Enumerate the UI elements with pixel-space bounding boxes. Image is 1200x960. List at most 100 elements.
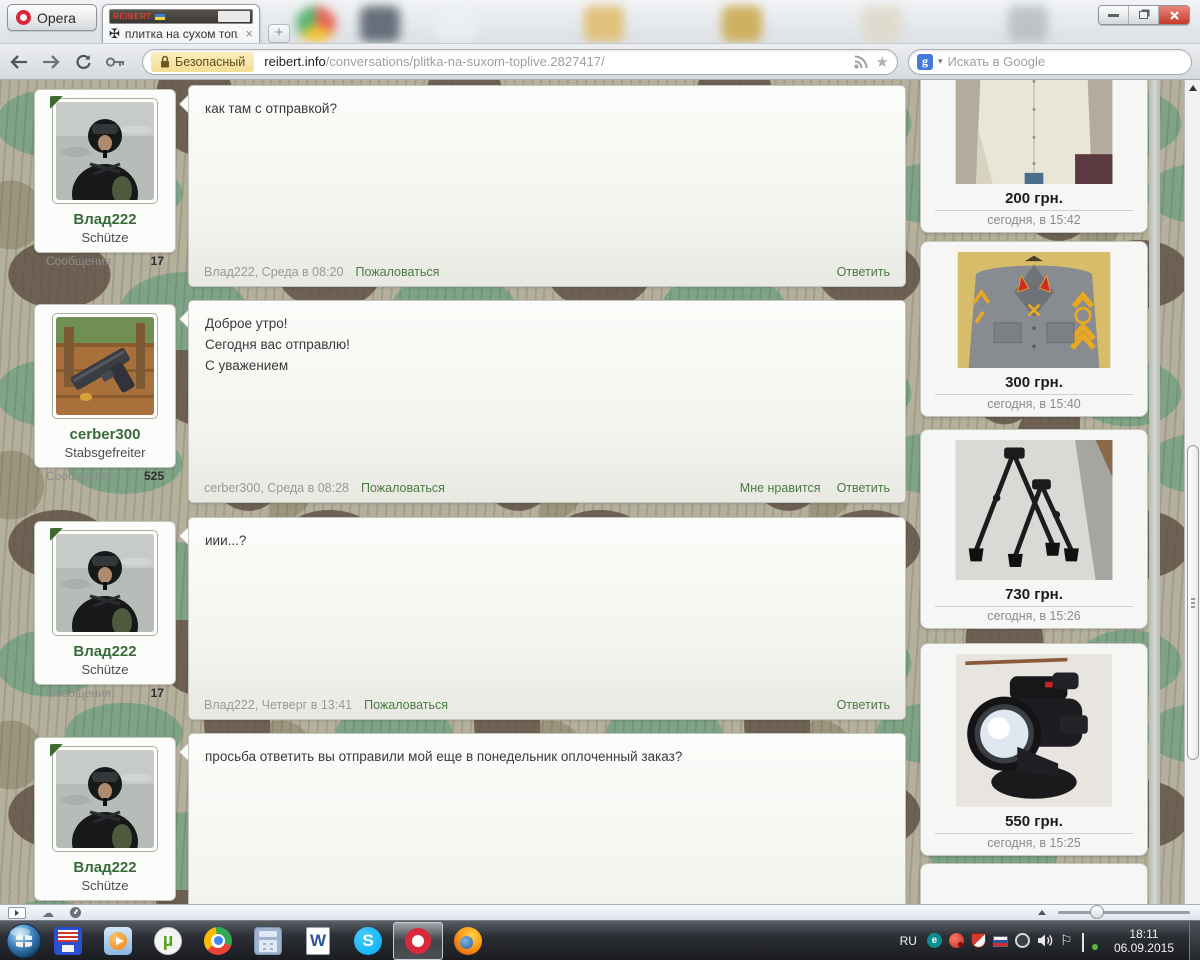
vertical-scrollbar[interactable] (1184, 80, 1200, 904)
tab-close-icon[interactable]: × (243, 26, 255, 41)
product-image-rifle-bipods (950, 440, 1118, 580)
taskbar-save-tool-app[interactable] (43, 922, 93, 960)
reply-link[interactable]: Ответить (837, 481, 890, 495)
url-text[interactable]: reibert.info/conversations/plitka-na-sux… (264, 54, 847, 69)
opera-menu-button[interactable]: Opera (7, 4, 97, 31)
product-image-military-jacket (950, 252, 1118, 368)
taskbar-media-player-app[interactable] (93, 922, 143, 960)
address-bar[interactable]: Безопасный reibert.info/conversations/pl… (142, 49, 898, 75)
message-text: С уважением (205, 356, 889, 377)
product-card[interactable]: 730 грн. сегодня, в 15:26 (920, 429, 1148, 629)
product-date: сегодня, в 15:40 (987, 397, 1080, 411)
forward-button[interactable] (38, 49, 64, 75)
username-link[interactable]: cerber300 (35, 426, 175, 443)
language-indicator[interactable]: RU (900, 934, 917, 948)
report-link[interactable]: Пожаловаться (355, 265, 439, 279)
download-manager-icon[interactable] (949, 933, 964, 948)
titlebar[interactable]: Opera REIBERT ✠ плитка на сухом топл... … (0, 0, 1200, 44)
taskbar-calculator-app[interactable] (243, 922, 293, 960)
online-indicator-icon (50, 96, 63, 109)
sync-icon[interactable] (1015, 933, 1030, 948)
taskbar-clock[interactable]: 18:11 06.09.2015 (1114, 927, 1174, 955)
reload-button[interactable] (70, 49, 96, 75)
russian-flag-icon[interactable] (993, 936, 1008, 947)
zoom-slider[interactable] (1058, 911, 1190, 914)
product-card[interactable]: 550 грн. сегодня, в 15:25 (920, 643, 1148, 856)
username-link[interactable]: Влад222 (35, 859, 175, 876)
product-price: 300 грн. (1005, 374, 1063, 391)
reply-link[interactable]: Ответить (837, 265, 890, 279)
action-center-flag-icon[interactable]: ⚐ (1060, 933, 1075, 948)
product-date: сегодня, в 15:25 (987, 836, 1080, 850)
product-card[interactable]: 300 грн. сегодня, в 15:40 (920, 241, 1148, 417)
message-post: Влад222 Schütze Сообщения:17 просьба отв… (30, 733, 908, 904)
restore-button[interactable] (1129, 6, 1159, 24)
username-link[interactable]: Влад222 (35, 643, 175, 660)
messages-label: Сообщения: (46, 469, 114, 483)
minimize-button[interactable] (1099, 6, 1129, 24)
show-desktop-button[interactable] (1189, 921, 1200, 960)
panels-toggle-button[interactable] (8, 907, 26, 919)
new-tab-button[interactable]: + (268, 24, 290, 43)
opera-icon (405, 928, 431, 954)
message-text: просьба ответить вы отправили мой еще в … (205, 747, 889, 768)
report-link[interactable]: Пожаловаться (361, 481, 445, 495)
close-button[interactable] (1159, 6, 1189, 24)
search-engine-dropdown-icon[interactable]: ▾ (938, 56, 943, 67)
clock-time: 18:11 (1114, 927, 1174, 941)
taskbar-chrome-app[interactable] (193, 922, 243, 960)
message-text: Сегодня вас отправлю! (205, 335, 889, 356)
tab-preview-brand: REIBERT (110, 12, 152, 21)
back-button[interactable] (6, 49, 32, 75)
avatar-pistol[interactable] (56, 317, 154, 415)
reload-icon (75, 54, 92, 70)
wand-password-button[interactable] (102, 49, 128, 75)
url-domain: reibert.info (264, 54, 325, 69)
like-link[interactable]: Мне нравится (740, 481, 821, 495)
product-card[interactable]: 200 грн. сегодня, в 15:42 (920, 80, 1148, 233)
taskbar-opera-app-active[interactable] (393, 922, 443, 960)
opera-unite-cloud-icon[interactable]: ☁ (42, 907, 54, 919)
start-button[interactable] (5, 922, 43, 960)
username-link[interactable]: Влад222 (35, 211, 175, 228)
online-indicator-icon (50, 528, 63, 541)
opera-menu-label: Opera (37, 10, 76, 26)
taskbar-skype-app[interactable]: S (343, 922, 393, 960)
avatar-diver[interactable] (56, 534, 154, 632)
taskbar-utorrent-app[interactable]: µ (143, 922, 193, 960)
clock-date: 06.09.2015 (1114, 941, 1174, 955)
zoom-slider-knob[interactable] (1090, 905, 1104, 919)
browser-tab[interactable]: REIBERT ✠ плитка на сухом топл... × (102, 4, 260, 44)
taskbar-firefox-app[interactable] (443, 922, 493, 960)
bookmark-star-icon[interactable]: ★ (876, 53, 889, 71)
user-rank: Schütze (35, 878, 175, 893)
zoom-popup-arrow-icon[interactable] (1038, 910, 1046, 915)
product-card-partial[interactable] (920, 863, 1148, 904)
avatar-diver[interactable] (56, 102, 154, 200)
security-badge[interactable]: Безопасный (151, 52, 254, 72)
opera-logo-icon (16, 10, 31, 25)
search-input[interactable] (948, 54, 1183, 69)
scrollbar-thumb[interactable] (1187, 445, 1199, 760)
desktop-icon-blur (436, 6, 476, 42)
desktop: Opera REIBERT ✠ плитка на сухом топл... … (0, 0, 1200, 960)
google-search-engine-icon[interactable]: g (917, 54, 933, 70)
avatar-diver[interactable] (56, 750, 154, 848)
reply-link[interactable]: Ответить (837, 698, 890, 712)
rss-feed-icon[interactable] (854, 55, 868, 69)
tab-title: плитка на сухом топл... (125, 27, 239, 41)
taskbar-word-app[interactable]: W (293, 922, 343, 960)
close-x-icon (1169, 10, 1180, 21)
security-shield-icon[interactable] (971, 933, 986, 948)
opera-turbo-icon[interactable] (70, 907, 81, 918)
messages-label: Сообщения: (46, 686, 114, 700)
url-path: /conversations/plitka-na-suxom-toplive.2… (326, 54, 605, 69)
search-bar[interactable]: g ▾ (908, 49, 1192, 75)
eset-antivirus-icon[interactable]: e (927, 933, 942, 948)
windows-taskbar: µ W S RU e ⚐ 18:11 06.09.2015 (0, 920, 1200, 960)
network-icon[interactable] (1082, 934, 1097, 949)
scroll-up-arrow-icon[interactable] (1189, 85, 1197, 91)
report-link[interactable]: Пожаловаться (364, 698, 448, 712)
messages-count: 17 (151, 254, 164, 268)
volume-icon[interactable] (1037, 933, 1053, 948)
